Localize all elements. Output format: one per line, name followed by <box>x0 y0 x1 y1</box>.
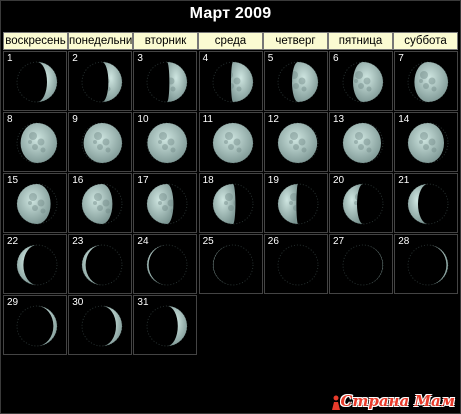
day-cell: 24 <box>133 234 198 294</box>
day-cell: 13 <box>329 112 393 172</box>
calendar-title: Март 2009 <box>189 5 272 22</box>
moon-phase-icon <box>16 305 58 347</box>
day-number: 6 <box>333 53 339 64</box>
weekday-monday: понедельни <box>68 32 133 50</box>
moon-phase-icon <box>342 244 384 286</box>
day-number: 9 <box>72 114 78 125</box>
day-cell: 19 <box>263 173 328 233</box>
day-cell: 27 <box>329 234 393 294</box>
moon-phase-icon <box>81 122 123 164</box>
day-cell: 9 <box>68 112 133 172</box>
weekday-sunday: воскресень <box>3 32 68 50</box>
day-cell: 15 <box>3 173 67 233</box>
moon-phase-icon <box>342 122 384 164</box>
watermark-logo: Страна Мам <box>340 392 455 410</box>
moon-phase-icon <box>146 305 188 347</box>
day-cell: 14 <box>394 112 459 172</box>
moon-phase-icon <box>407 183 449 225</box>
day-cell: 20 <box>329 173 393 233</box>
day-cell: 29 <box>3 295 67 355</box>
day-cell: 3 <box>133 51 198 111</box>
moon-phase-icon <box>277 183 319 225</box>
weekday-header: воскресень понедельни вторник среда четв… <box>3 32 459 50</box>
day-cell: 30 <box>68 295 133 355</box>
day-cell: 12 <box>263 112 328 172</box>
day-cell: 7 <box>394 51 459 111</box>
day-cell: 4 <box>198 51 263 111</box>
day-number: 3 <box>137 53 143 64</box>
day-cell: 16 <box>68 173 133 233</box>
moon-phase-icon <box>146 244 188 286</box>
moon-phase-icon <box>342 61 384 103</box>
day-cell: 8 <box>3 112 67 172</box>
moon-phase-icon <box>16 183 58 225</box>
moon-phase-icon <box>81 183 123 225</box>
moon-phase-icon <box>212 183 253 225</box>
day-number: 2 <box>72 53 78 64</box>
day-number: 7 <box>398 53 404 64</box>
weekday-tuesday: вторник <box>133 32 198 50</box>
day-cell: 5 <box>263 51 328 111</box>
moon-phase-icon <box>407 244 449 286</box>
moon-phase-icon <box>212 244 253 286</box>
moon-phase-icon <box>81 61 123 103</box>
day-cell: 22 <box>3 234 67 294</box>
day-cell: 25 <box>198 234 263 294</box>
moon-phase-icon <box>81 305 123 347</box>
day-cell: 28 <box>394 234 459 294</box>
moon-phase-icon <box>407 61 449 103</box>
moon-phase-icon <box>16 122 58 164</box>
day-cell: 2 <box>68 51 133 111</box>
weekday-thursday: четверг <box>263 32 328 50</box>
day-cell: 17 <box>133 173 198 233</box>
moon-phase-icon <box>407 122 449 164</box>
day-cell: 18 <box>198 173 263 233</box>
moon-phase-icon <box>212 122 253 164</box>
moon-phase-icon <box>16 244 58 286</box>
weekday-saturday: суббота <box>393 32 458 50</box>
moon-phase-icon <box>277 244 319 286</box>
day-cell: 23 <box>68 234 133 294</box>
weekday-wednesday: среда <box>198 32 263 50</box>
day-cell: 26 <box>263 234 328 294</box>
moon-phase-icon <box>146 183 188 225</box>
day-cell: 10 <box>133 112 198 172</box>
moon-phase-icon <box>342 183 384 225</box>
day-number: 8 <box>7 114 13 125</box>
day-cell: 1 <box>3 51 67 111</box>
moon-phase-icon <box>277 122 319 164</box>
moon-phase-icon <box>146 61 188 103</box>
moon-phase-icon <box>16 61 58 103</box>
moon-phase-icon <box>81 244 123 286</box>
day-number: 5 <box>267 53 274 64</box>
day-cell: 31 <box>133 295 198 355</box>
day-number: 4 <box>202 53 209 64</box>
moon-phase-icon <box>146 122 188 164</box>
day-cell: 21 <box>394 173 459 233</box>
moon-phase-icon <box>212 61 253 103</box>
day-cell: 6 <box>329 51 393 111</box>
day-number: 1 <box>7 53 13 64</box>
day-cell: 11 <box>198 112 263 172</box>
weekday-friday: пятница <box>328 32 393 50</box>
moon-phase-icon <box>277 61 319 103</box>
